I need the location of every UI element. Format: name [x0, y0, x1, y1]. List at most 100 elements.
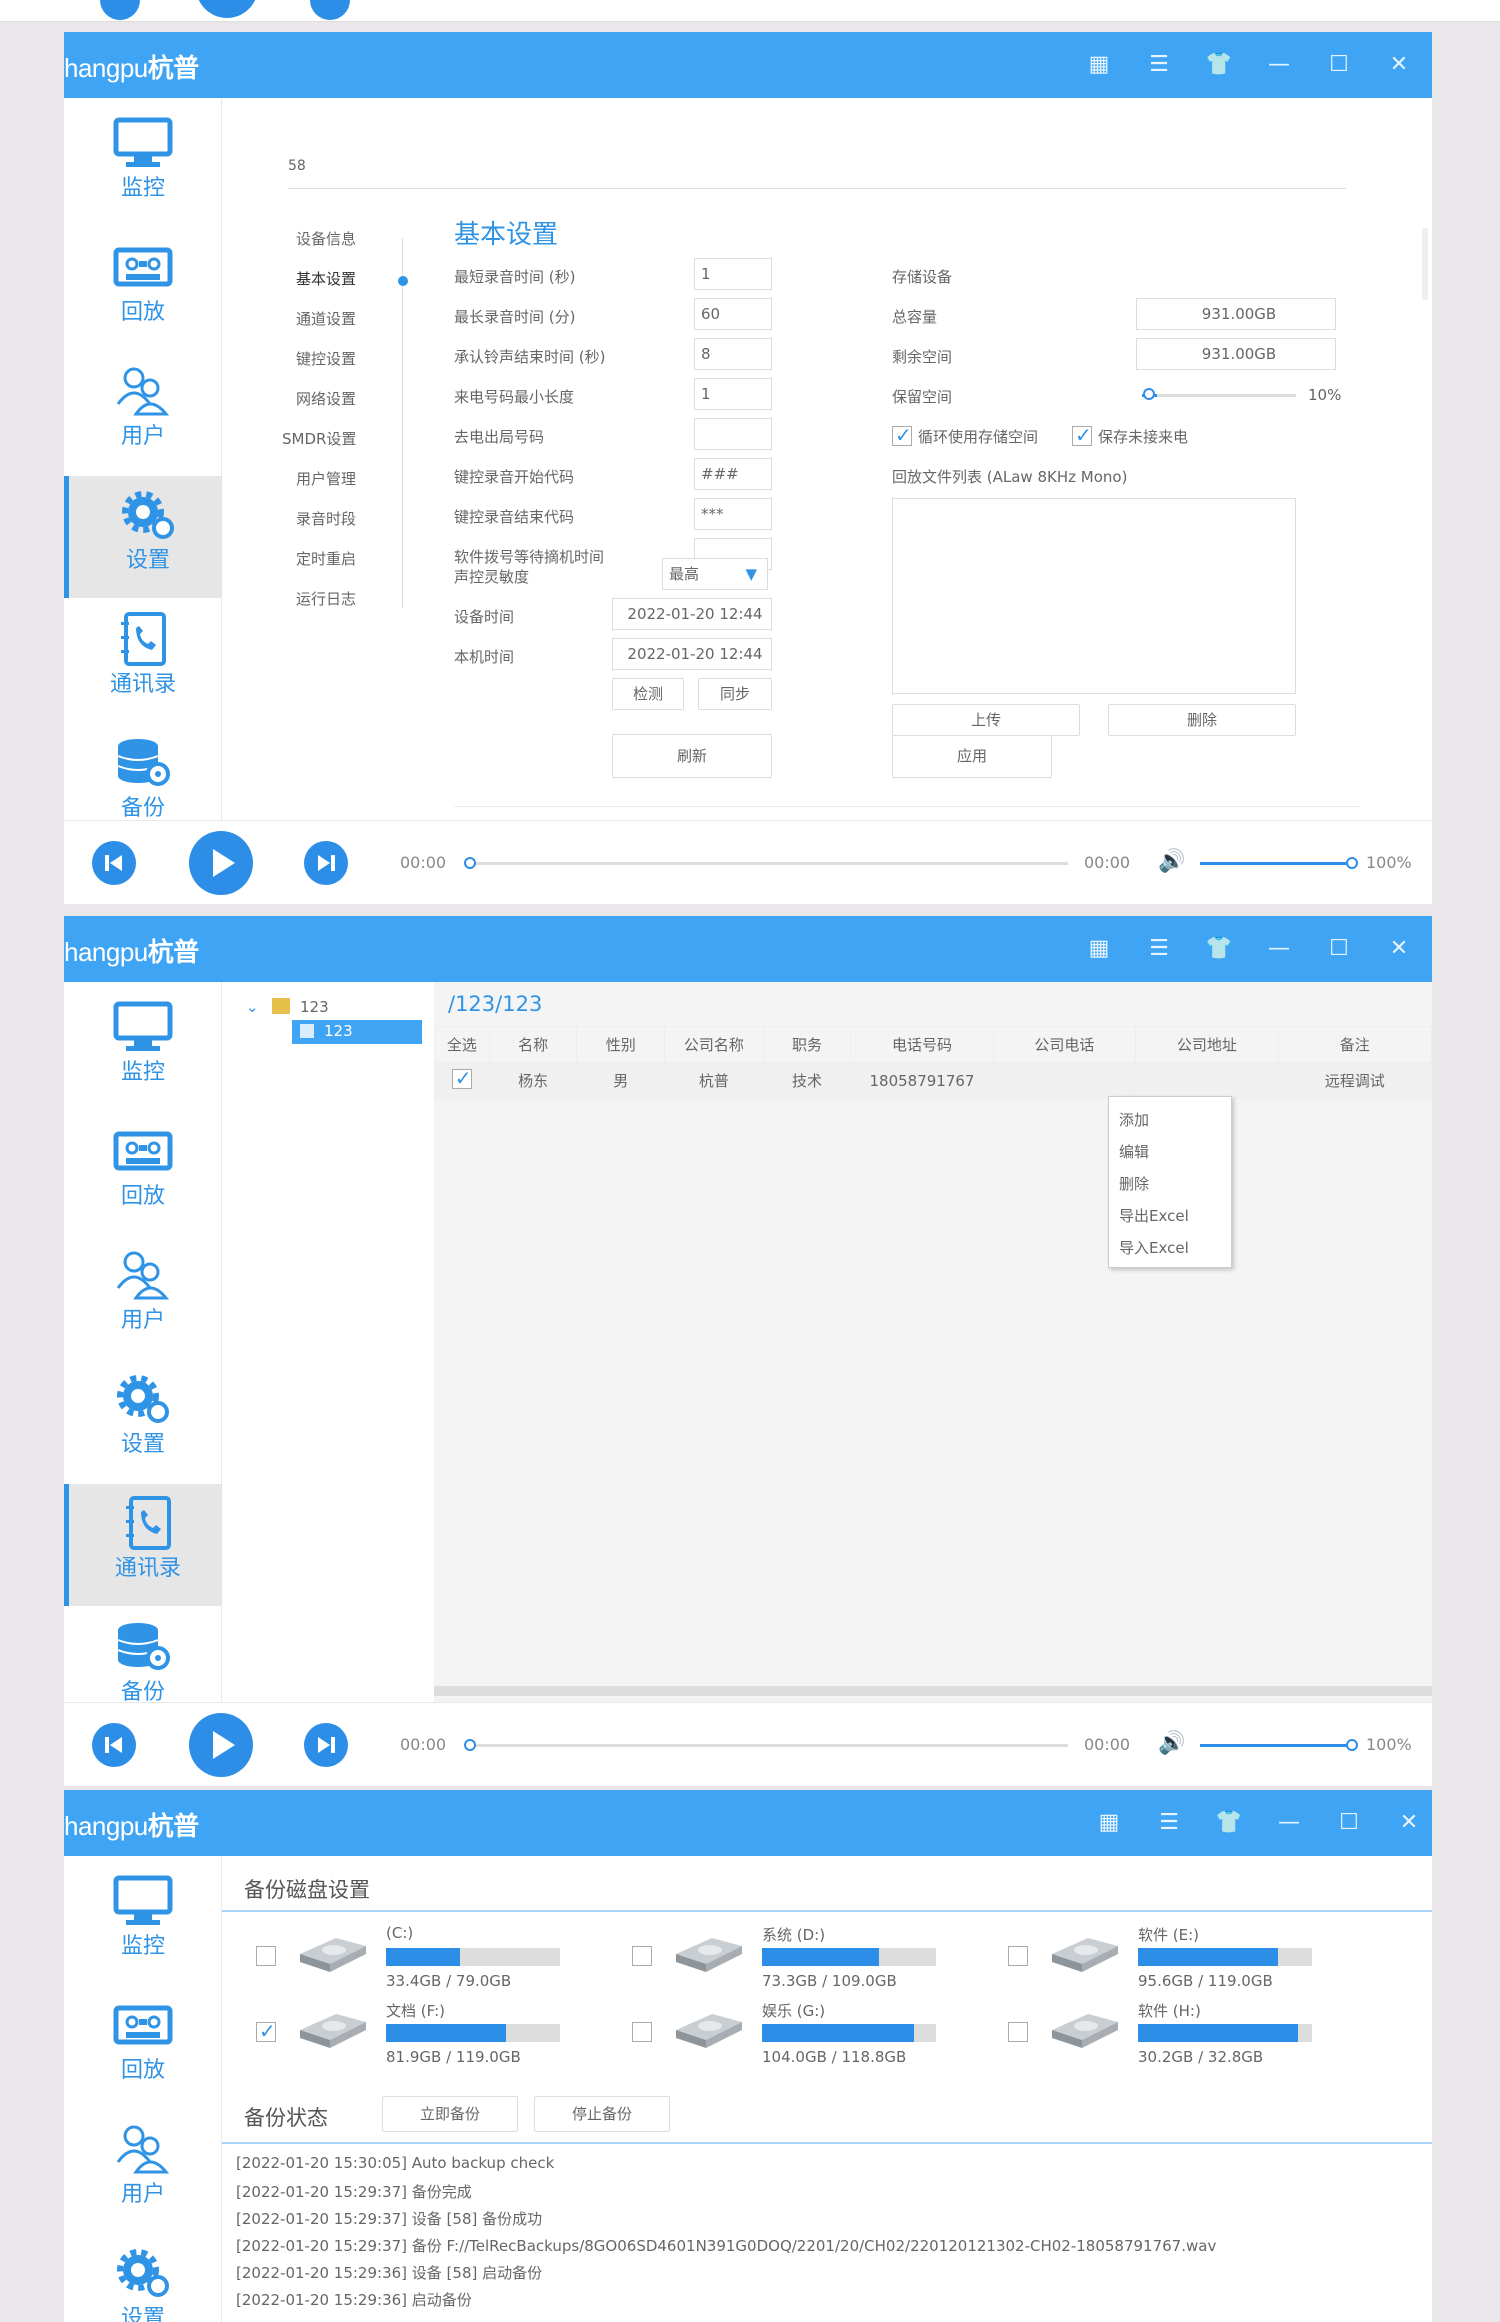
seek-knob[interactable] [464, 1739, 476, 1751]
device-time-input[interactable]: 2022-01-20 12:44 [612, 598, 772, 630]
nav-item-1[interactable]: 回放 [64, 228, 222, 350]
prev-track-button[interactable] [92, 841, 136, 885]
horizontal-scrollbar[interactable] [434, 1686, 1432, 1696]
disk-item[interactable]: 文档 (F:) 81.9GB / 119.0GB [256, 2000, 616, 2070]
save-missed-checkbox[interactable] [1072, 423, 1092, 447]
disk-item[interactable]: 软件 (E:) 95.6GB / 119.0GB [1008, 1924, 1368, 1994]
settings-menu-item[interactable]: SMDR设置 [282, 428, 356, 449]
column-header[interactable]: 职务 [762, 1026, 852, 1063]
column-header[interactable]: 公司电话 [992, 1026, 1137, 1063]
seek-bar[interactable] [468, 862, 1068, 865]
delete-button[interactable]: 删除 [1108, 704, 1296, 736]
context-menu-item[interactable]: 导出Excel [1119, 1205, 1189, 1226]
nav-item-2[interactable]: 用户 [64, 1236, 222, 1358]
backup-now-button[interactable]: 立即备份 [382, 2096, 518, 2132]
disk-checkbox[interactable] [632, 2022, 652, 2042]
field-input[interactable] [694, 418, 772, 450]
disk-checkbox[interactable] [1008, 1946, 1028, 1966]
settings-menu-item[interactable]: 录音时段 [296, 508, 356, 529]
maximize-icon[interactable]: ☐ [1324, 934, 1354, 964]
upload-button[interactable]: 上传 [892, 704, 1080, 736]
nav-item-2[interactable]: 用户 [64, 352, 222, 474]
nav-item-4[interactable]: 通讯录 [64, 1484, 222, 1606]
grid-icon[interactable]: ▦ [1084, 934, 1114, 964]
play-button[interactable] [189, 1713, 253, 1777]
close-icon[interactable]: ✕ [1384, 50, 1414, 80]
volume-knob[interactable] [1346, 857, 1358, 869]
maximize-icon[interactable]: ☐ [1334, 1808, 1364, 1838]
field-input[interactable]: 1 [694, 258, 772, 290]
list-icon[interactable]: ☰ [1144, 50, 1174, 80]
disk-item[interactable]: 软件 (H:) 30.2GB / 32.8GB [1008, 2000, 1368, 2070]
field-input[interactable]: ### [694, 458, 772, 490]
disk-item[interactable]: 系统 (D:) 73.3GB / 109.0GB [632, 1924, 992, 1994]
nav-item-0[interactable]: 监控 [64, 988, 222, 1110]
refresh-button[interactable]: 刷新 [612, 734, 772, 778]
disk-checkbox[interactable] [256, 2019, 276, 2043]
scrollbar[interactable] [1422, 228, 1428, 300]
minimize-icon[interactable]: — [1274, 1808, 1304, 1838]
row-checkbox[interactable] [451, 1066, 472, 1090]
minimize-icon[interactable]: — [1264, 934, 1294, 964]
tree-child-selected[interactable]: 123 [292, 1020, 422, 1044]
settings-menu-item[interactable]: 运行日志 [296, 588, 356, 609]
table-row[interactable]: 杨东男杭普技术18058791767 远程调试 [434, 1062, 1432, 1099]
settings-menu-item[interactable]: 键控设置 [296, 348, 356, 369]
context-menu-item[interactable]: 编辑 [1119, 1141, 1149, 1162]
nav-item-2[interactable]: 用户 [64, 2110, 222, 2232]
tree-root[interactable]: 123 [300, 998, 329, 1016]
shirt-icon[interactable]: 👕 [1204, 934, 1234, 964]
nav-item-1[interactable]: 回放 [64, 1112, 222, 1234]
prev-track-button[interactable] [92, 1723, 136, 1767]
volume-icon[interactable]: 🔊 [1158, 1731, 1185, 1757]
sensitivity-select[interactable]: 最高 ▼ [662, 558, 768, 590]
nav-item-3[interactable]: 设置 [64, 1360, 222, 1482]
settings-menu-item[interactable]: 通道设置 [296, 308, 356, 329]
cycle-storage-checkbox[interactable] [892, 423, 912, 447]
nav-item-1[interactable]: 回放 [64, 1986, 222, 2108]
column-header[interactable]: 电话号码 [850, 1026, 994, 1063]
disk-checkbox[interactable] [632, 1946, 652, 1966]
column-header[interactable]: 备注 [1277, 1026, 1432, 1063]
reserve-slider[interactable] [1142, 394, 1296, 397]
play-button[interactable] [189, 831, 253, 895]
volume-knob[interactable] [1346, 1739, 1358, 1751]
reserve-slider-knob[interactable] [1143, 388, 1155, 400]
column-header[interactable]: 公司名称 [664, 1026, 764, 1063]
column-header[interactable]: 公司地址 [1135, 1026, 1279, 1063]
close-icon[interactable]: ✕ [1384, 934, 1414, 964]
column-header[interactable]: 名称 [488, 1026, 578, 1063]
disk-checkbox[interactable] [256, 1946, 276, 1966]
local-time-input[interactable]: 2022-01-20 12:44 [612, 638, 772, 670]
field-input[interactable]: 1 [694, 378, 772, 410]
play-button-partial[interactable] [196, 0, 258, 18]
field-input[interactable]: 8 [694, 338, 772, 370]
row-checkbox-cell[interactable] [434, 1062, 490, 1099]
nav-item-0[interactable]: 监控 [64, 104, 222, 226]
prev-button-partial[interactable] [100, 0, 140, 20]
disk-checkbox[interactable] [1008, 2022, 1028, 2042]
stop-backup-button[interactable]: 停止备份 [534, 2096, 670, 2132]
nav-item-0[interactable]: 监控 [64, 1862, 222, 1984]
playlist-box[interactable] [892, 498, 1296, 694]
grid-icon[interactable]: ▦ [1094, 1808, 1124, 1838]
minimize-icon[interactable]: — [1264, 50, 1294, 80]
settings-menu-item[interactable]: 用户管理 [296, 468, 356, 489]
seek-knob[interactable] [464, 857, 476, 869]
nav-item-3[interactable]: 设置 [64, 2234, 222, 2322]
settings-menu-item[interactable]: 网络设置 [296, 388, 356, 409]
settings-menu-item[interactable]: 设备信息 [296, 228, 356, 249]
settings-menu-item[interactable]: 基本设置 [296, 268, 356, 289]
list-icon[interactable]: ☰ [1144, 934, 1174, 964]
next-track-button[interactable] [304, 841, 348, 885]
maximize-icon[interactable]: ☐ [1324, 50, 1354, 80]
disk-item[interactable]: (C:) 33.4GB / 79.0GB [256, 1924, 616, 1994]
shirt-icon[interactable]: 👕 [1214, 1808, 1244, 1838]
context-menu-item[interactable]: 导入Excel [1119, 1237, 1189, 1258]
apply-button[interactable]: 应用 [892, 734, 1052, 778]
next-button-partial[interactable] [310, 0, 350, 20]
volume-icon[interactable]: 🔊 [1158, 849, 1185, 875]
field-input[interactable]: *** [694, 498, 772, 530]
disk-item[interactable]: 娱乐 (G:) 104.0GB / 118.8GB [632, 2000, 992, 2070]
nav-item-3[interactable]: 设置 [64, 476, 222, 598]
